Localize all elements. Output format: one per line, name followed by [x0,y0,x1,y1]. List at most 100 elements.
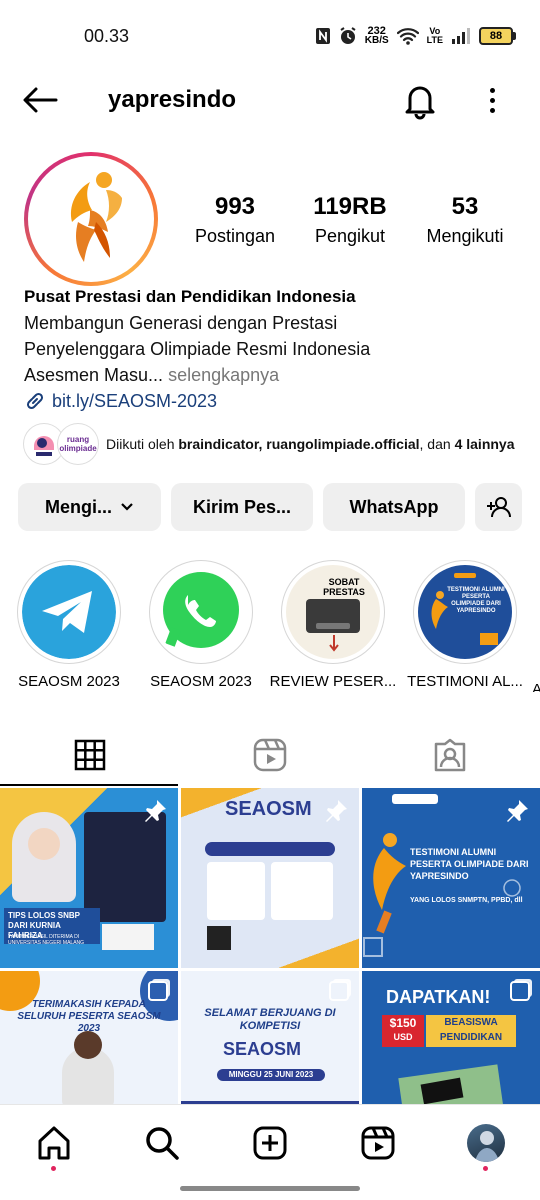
whatsapp-button[interactable]: WhatsApp [323,483,465,531]
following-label: Mengi... [45,496,112,517]
reels-icon [361,1126,395,1160]
volte-bottom: LTE [426,35,443,45]
post-thumbnail[interactable]: SELAMAT BERJUANG DI KOMPETISI SEAOSM MIN… [181,971,359,1104]
post-caption: TESTIMONI ALUMNI PESERTA OLIMPIADE DARI … [410,847,529,881]
nfc-icon [315,27,331,45]
followed-by-text: Diikuti oleh braindicator, ruangolimpiad… [106,436,515,452]
nav-profile[interactable] [464,1121,508,1171]
post-thumbnail[interactable]: TERIMAKASIH KEPADA SELURUH PESERTA SEAOS… [0,971,178,1104]
add-post-icon [253,1126,287,1160]
signal-icon [451,28,471,44]
whatsapp-icon [154,565,248,659]
profile-avatar[interactable] [24,152,158,286]
suggested-accounts-button[interactable] [475,483,522,531]
tab-reels[interactable] [180,724,360,786]
story-highlights: SEAOSM 2023 SEAOSM 2023 SOBAT PRESTAS RE… [0,560,540,692]
carousel-icon [329,981,349,1001]
following-count: 53 [451,193,479,220]
arrow-left-icon [23,87,58,113]
add-person-icon [486,497,511,518]
highlight-label: TESTIMONI AL... [407,673,523,690]
post-brand: SEAOSM [223,1039,302,1059]
testimoni-thumbnail: TESTIMONI ALUMNI PESERTA OLIMPIADE DARI … [418,565,512,659]
bio-website-link[interactable]: bit.ly/SEAOSM-2023 [24,388,524,414]
review-thumbnail: SOBAT PRESTAS [286,565,380,659]
post-thumbnail[interactable]: SEAOSM [181,788,359,968]
home-icon [38,1126,70,1160]
post-thumbnail[interactable]: DAPATKAN! $150 USD BEASISWA PENDIDIKAN [362,971,540,1104]
post-caption: SELAMAT BERJUANG DI KOMPETISI [204,1007,336,1032]
bio-line-2: Penyelenggara Olimpiade Resmi Indonesia [24,339,371,359]
notifications-button[interactable] [400,80,440,120]
home-indicator-bar [180,1186,360,1191]
post-subcaption: MINGGU 25 JUNI 2023 [217,1069,325,1081]
pin-icon [145,800,166,822]
highlight-item[interactable]: A [532,560,540,692]
nav-home[interactable] [32,1121,76,1171]
highlight-label: SEAOSM 2023 [18,673,120,690]
post-thumbnail[interactable]: TESTIMONI ALUMNI PESERTA OLIMPIADE DARI … [362,788,540,968]
profile-username: yapresindo [108,86,237,113]
active-tab-indicator [0,784,178,786]
status-bar: 00.33 232 KB/S Vo LTE 88 [0,0,540,72]
following-stat[interactable]: 53 Mengikuti [410,192,520,250]
followers-count: 119RB [313,193,387,220]
see-more-link[interactable]: selengkapnya [168,365,279,385]
message-button[interactable]: Kirim Pes... [171,483,313,531]
home-notification-dot [51,1166,56,1171]
post-currency: USD [393,1032,413,1042]
bio-line-3-text: Asesmen Masu... [24,365,164,385]
posts-count: 993 [214,193,256,220]
wifi-icon [396,27,419,45]
bio-line-3: Asesmen Masu... selengkapnya [24,362,524,388]
tab-posts-grid[interactable] [0,724,180,786]
nav-search[interactable] [140,1121,184,1165]
post-caption: SEAOSM [225,798,312,820]
post-thumbnail[interactable]: TIPS LOLOS SNBP DARI KURNIA FAHRIZA YANG… [0,788,178,968]
carousel-icon [510,981,530,1001]
followers-label: Pengikut [314,226,386,246]
followers-stat[interactable]: 119RB Pengikut [295,192,405,250]
following-label: Mengikuti [426,226,504,246]
whatsapp-label: WhatsApp [349,496,439,517]
profile-header: yapresindo [0,72,540,128]
post-caption: TERIMAKASIH KEPADA SELURUH PESERTA SEAOS… [17,999,161,1034]
highlight-item[interactable]: TESTIMONI ALUMNI PESERTA OLIMPIADE DARI … [400,560,530,692]
telegram-icon [22,565,116,659]
search-icon [146,1127,179,1160]
tagged-icon [434,738,466,772]
posts-stat[interactable]: 993 Postingan [180,192,290,250]
post-price: $150 [389,1016,417,1030]
highlight-label: REVIEW PESER... [269,673,397,690]
back-button[interactable] [20,84,64,116]
chevron-down-icon [121,503,133,511]
posts-grid: TIPS LOLOS SNBP DARI KURNIA FAHRIZA YANG… [0,788,540,1104]
alarm-icon [339,27,357,45]
status-time: 00.33 [84,26,130,46]
following-button[interactable]: Mengi... [18,483,161,531]
follower-avatar-2: ruang olimpiade [58,424,98,464]
posts-label: Postingan [194,226,276,246]
highlight-label: SEAOSM 2023 [150,673,252,690]
pin-icon [507,800,528,822]
profile-avatar-small [467,1124,505,1162]
battery-level: 88 [479,27,513,45]
message-label: Kirim Pes... [192,496,292,517]
yapresindo-logo [32,160,150,278]
status-icons: 232 KB/S Vo LTE 88 [315,22,516,50]
more-options-button[interactable] [478,82,506,118]
highlight-item[interactable]: SOBAT PRESTAS REVIEW PESER... [268,560,398,692]
net-speed-unit: KB/S [364,35,389,46]
profile-tabs [0,724,540,786]
network-speed: 232 KB/S [365,26,389,46]
highlight-item[interactable]: SEAOSM 2023 [4,560,134,692]
followed-by[interactable]: ruang olimpiade Diikuti oleh braindicato… [24,420,524,468]
link-icon [26,392,44,410]
nav-create[interactable] [248,1121,292,1165]
tab-tagged[interactable] [360,724,540,786]
post-caption: DAPATKAN! [386,987,491,1007]
highlight-item[interactable]: SEAOSM 2023 [136,560,266,692]
reels-icon [253,738,287,772]
link-text: bit.ly/SEAOSM-2023 [52,391,218,411]
nav-reels[interactable] [356,1121,400,1165]
